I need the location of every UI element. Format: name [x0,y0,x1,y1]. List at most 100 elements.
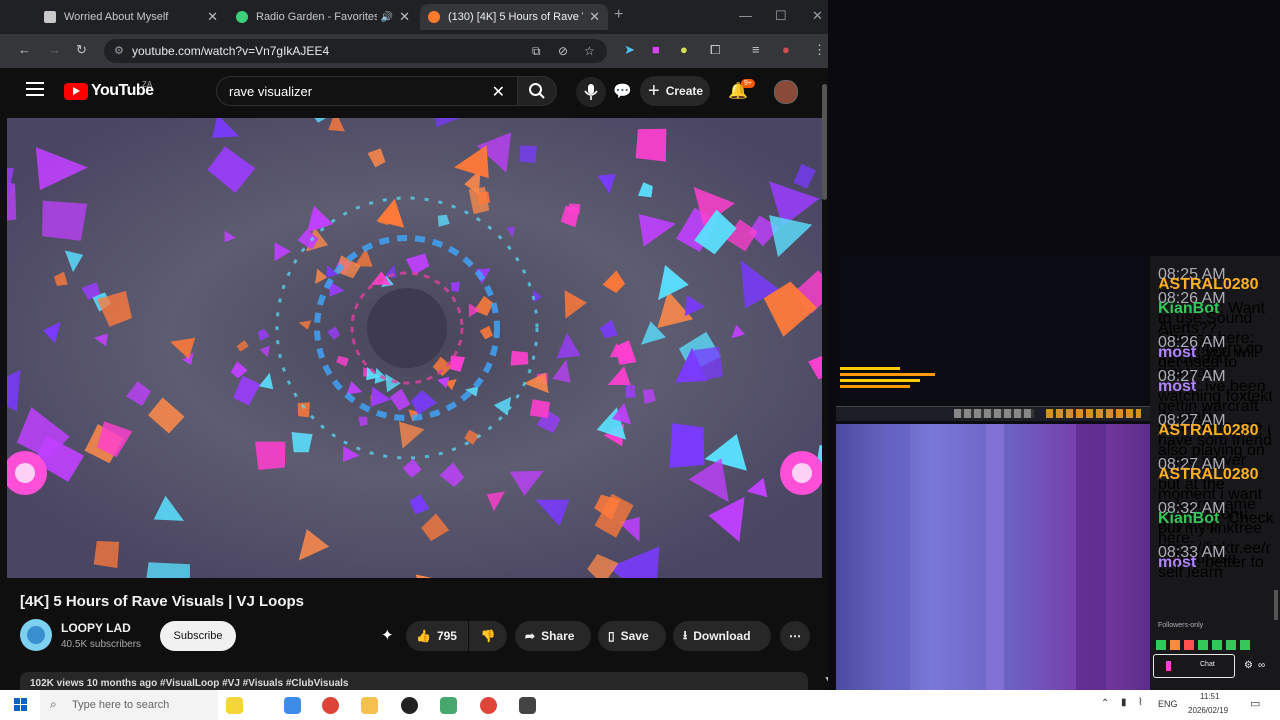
chat-separator: : [1258,466,1263,483]
chat-settings-icon[interactable]: ⚙ [1244,660,1253,671]
close-tab-icon[interactable]: ✕ [399,9,410,25]
search-query: rave visualizer [229,84,313,99]
chat-users-icon[interactable]: ∞ [1258,660,1265,671]
close-tab-icon[interactable]: ✕ [589,9,600,25]
video-player[interactable] [7,118,822,578]
create-label: Create [665,84,704,98]
scroll-down-icon[interactable]: ▼ [824,676,828,683]
voice-search-button[interactable] [576,77,606,107]
page-scrollbar[interactable] [822,84,827,200]
hamburger-menu-icon[interactable] [26,82,44,96]
visual-shard [625,385,636,398]
download-button[interactable]: ⭳ Download [673,621,771,651]
notification-center-icon[interactable]: ▭ [1250,697,1260,710]
visual-shard [529,399,550,419]
hide-icon[interactable]: ⊘ [558,39,568,63]
visual-shard [519,145,538,164]
address-bar[interactable]: ⚙ youtube.com/watch?v=Vn7gIkAJEE4 ⧉ ⊘ ☆ [104,39,607,63]
taskbar-chrome-icon[interactable] [322,697,339,714]
tab-worried-about-myself[interactable]: Worried About Myself ✕ [36,4,226,30]
description-box[interactable]: 102K views 10 months ago #VisualLoop #VJ… [20,672,808,690]
cast-icon[interactable]: ⧉ [532,39,541,63]
channel-avatar[interactable] [20,619,52,651]
youtube-logo-icon[interactable] [64,83,88,100]
extension-circle-icon[interactable]: ● [680,42,688,57]
extensions-puzzle-icon[interactable]: ⧠ [710,42,720,58]
tab-radio-garden[interactable]: Radio Garden - Favorites 🔊 ✕ [228,4,418,30]
account-avatar[interactable] [774,80,798,104]
reload-icon[interactable]: ↻ [76,42,87,58]
share-button[interactable]: ➦ Share [515,621,591,651]
url-text: youtube.com/watch?v=Vn7gIkAJEE4 [132,44,330,58]
youtube-favicon-icon [428,11,440,23]
emote-icon[interactable] [1156,640,1166,650]
chat-input[interactable]: Chat [1153,654,1235,678]
save-button[interactable]: ▯ Save [598,621,666,651]
search-input[interactable]: rave visualizer ✕ [216,76,518,106]
search-button[interactable] [517,76,557,106]
back-icon[interactable]: ← [18,42,31,57]
new-tab-icon[interactable]: + [614,6,623,24]
media-controls-icon[interactable]: ≡ [752,42,760,57]
extension-square-icon[interactable]: ■ [652,42,660,57]
battery-icon[interactable]: ▮ [1121,697,1127,708]
download-label: Download [693,629,751,643]
clock-time[interactable]: 11:51 [1200,692,1219,701]
visual-shard [510,350,529,366]
dislike-button[interactable]: 👎 [469,621,507,651]
taskbar-chrome-profile-icon[interactable] [480,697,497,714]
emote-icon[interactable] [1170,640,1180,650]
taskbar-file-explorer-icon[interactable] [361,697,378,714]
chat-message: 08:33 AM most: better to self learn [1158,545,1276,581]
like-button[interactable]: 👍 795 [406,621,468,651]
emote-icon[interactable] [1184,640,1194,650]
chat-scrollbar[interactable] [1274,590,1278,620]
emote-icon[interactable] [1198,640,1208,650]
search-magnifier-icon: ⌕ [50,697,57,711]
site-info-icon[interactable]: ⚙ [114,39,124,63]
more-actions-button[interactable]: ⋯ [780,621,810,651]
bookmark-star-icon[interactable]: ☆ [584,39,595,63]
speaker-icon[interactable]: 🔊 [381,12,393,23]
profile-icon[interactable]: ● [782,42,790,57]
followers-only-label: Followers-only [1158,622,1204,629]
taskbar-search-box[interactable]: ⌕ Type here to search [40,690,218,720]
taskbar-app-dark-icon[interactable] [519,697,536,714]
download-icon: ⭳ [683,627,688,642]
visual-shard [146,562,190,578]
chat-label: Chat [1200,661,1215,668]
hype-icon[interactable]: ✦ [381,626,394,644]
bits-icon [1166,661,1171,671]
channel-name[interactable]: LOOPY LAD [61,621,131,635]
game-action-bar [836,406,1150,421]
taskbar-obs-icon[interactable] [401,697,418,714]
start-windows-icon[interactable] [14,698,28,712]
like-count: 795 [436,629,457,643]
emote-icon[interactable] [1240,640,1250,650]
emote-icon[interactable] [1212,640,1222,650]
browser-window: Worried About Myself ✕ Radio Garden - Fa… [0,0,828,690]
language-indicator[interactable]: ENG [1158,699,1178,709]
clock-date[interactable]: 2026/02/19 [1188,706,1228,715]
minimize-icon[interactable]: — [739,8,752,23]
emote-icon[interactable] [1226,640,1236,650]
close-tab-icon[interactable]: ✕ [207,9,218,25]
network-icon[interactable]: ⌇ [1138,697,1143,708]
thumbs-down-icon: 👎 [480,629,496,643]
clear-search-icon[interactable]: ✕ [492,82,505,102]
browser-menu-icon[interactable]: ⋮ [813,42,826,58]
show-hidden-icons-icon[interactable]: ⌃ [1101,698,1109,709]
radio-garden-favicon-icon [236,11,248,23]
forward-icon[interactable]: → [48,42,61,57]
taskbar-app-butterfly-icon[interactable] [284,697,301,714]
subscribe-button[interactable]: Subscribe [160,621,236,651]
description-preview: 102K views 10 months ago #VisualLoop #VJ… [30,678,349,689]
taskbar-app-sparkle-icon[interactable] [226,697,243,714]
create-button[interactable]: + Create [640,76,710,106]
ai-chat-icon[interactable]: 💬 [613,82,632,100]
extension-arrow-icon[interactable]: ➤ [624,42,635,58]
close-window-icon[interactable]: ✕ [812,8,823,24]
tab-youtube-rave-visuals[interactable]: (130) [4K] 5 Hours of Rave Visu ✕ [420,4,608,30]
maximize-icon[interactable]: ☐ [775,8,787,24]
taskbar-app-green-icon[interactable] [440,697,457,714]
